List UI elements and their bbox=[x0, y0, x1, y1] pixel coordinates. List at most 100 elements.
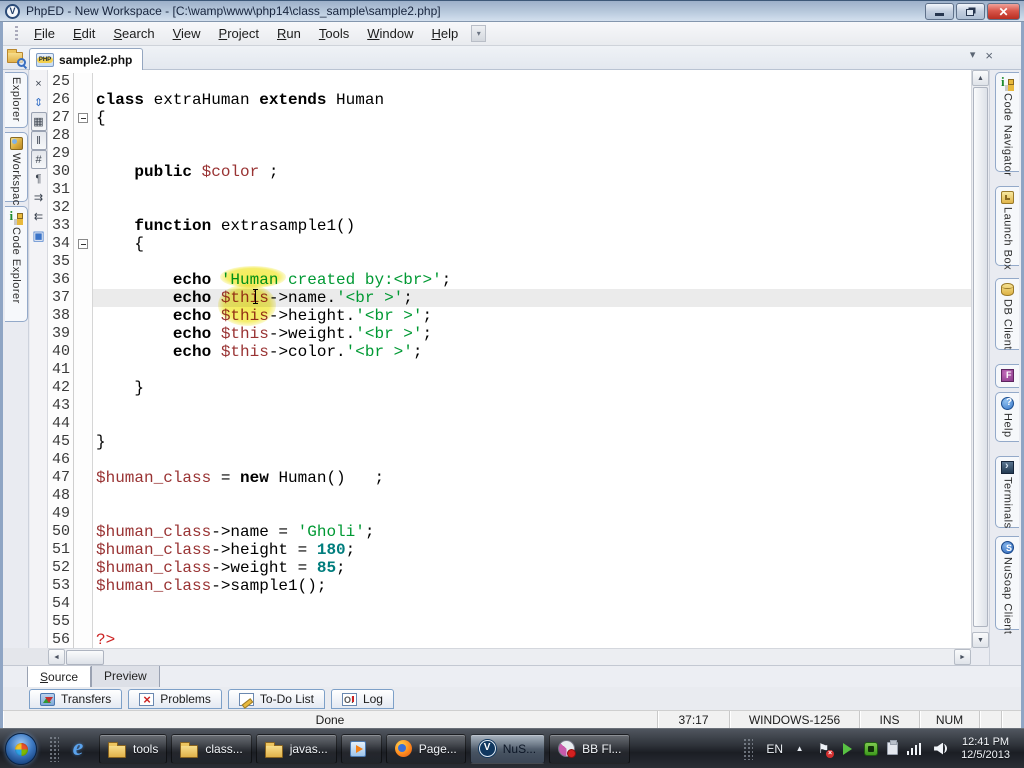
close-tab-icon[interactable]: × bbox=[985, 49, 993, 62]
menu-item-file[interactable]: File bbox=[25, 23, 64, 44]
menu-item-tools[interactable]: Tools bbox=[310, 23, 358, 44]
taskbar-clock[interactable]: 12:41 PM 12/5/2013 bbox=[955, 736, 1016, 762]
restore-button[interactable] bbox=[956, 3, 985, 20]
code-text: $human_class->height = 180; bbox=[93, 541, 971, 559]
fold-marker-icon[interactable] bbox=[78, 239, 88, 249]
menu-grip-icon[interactable] bbox=[15, 26, 18, 42]
tab-list-dropdown-icon[interactable]: ▾ bbox=[970, 50, 976, 61]
sidebar-tab-terminals[interactable]: Terminals bbox=[995, 456, 1019, 528]
volume-icon[interactable] bbox=[931, 742, 946, 756]
code-line: 45} bbox=[48, 433, 971, 451]
code-text bbox=[93, 253, 971, 271]
sidebar-tab-help[interactable]: Help bbox=[995, 392, 1019, 442]
menu-item-view[interactable]: View bbox=[164, 23, 210, 44]
panel-tab-todo-list[interactable]: To-Do List bbox=[228, 689, 325, 709]
taskbar-button-media-player[interactable] bbox=[341, 734, 382, 764]
tab-preview[interactable]: Preview bbox=[91, 666, 160, 688]
fold-column bbox=[74, 217, 93, 235]
fold-column bbox=[74, 613, 93, 631]
app-logo-icon: V bbox=[5, 4, 20, 19]
taskbar-grip-icon[interactable] bbox=[49, 736, 59, 762]
close-button[interactable]: ✕ bbox=[987, 3, 1020, 20]
window-title: PhpED - New Workspace - [C:\wamp\www\php… bbox=[26, 4, 441, 18]
vertical-scrollbar[interactable]: ▲ ▼ bbox=[971, 70, 988, 648]
taskbar-button-flashback[interactable]: BB Fl... bbox=[549, 734, 630, 764]
play-icon[interactable] bbox=[840, 742, 855, 756]
action-center-icon[interactable] bbox=[816, 742, 831, 756]
taskbar: e tools class... javas... bbox=[0, 728, 1024, 768]
explorer-folder-icon[interactable] bbox=[6, 48, 26, 67]
tab-source[interactable]: Source bbox=[27, 666, 91, 688]
taskbar-button-javas[interactable]: javas... bbox=[256, 734, 337, 764]
scroll-right-icon[interactable]: ► bbox=[954, 649, 971, 665]
code-line: 42 } bbox=[48, 379, 971, 397]
taskbar-button-class[interactable]: class... bbox=[171, 734, 251, 764]
start-button[interactable] bbox=[5, 733, 37, 765]
code-text bbox=[93, 181, 971, 199]
code-text: echo $this->weight.'<br >'; bbox=[93, 325, 971, 343]
network-icon[interactable] bbox=[907, 743, 922, 755]
fold-column bbox=[74, 289, 93, 307]
fold-marker-icon[interactable] bbox=[78, 113, 88, 123]
sidebar-tab-code-navigator[interactable]: Code Navigator bbox=[995, 72, 1019, 172]
panel-tab-transfers[interactable]: Transfers bbox=[29, 689, 122, 709]
taskbar-button-phped[interactable]: NuS... bbox=[470, 734, 545, 764]
sidebar-tab-launch-box[interactable]: Launch Box bbox=[995, 186, 1019, 266]
menu-item-edit[interactable]: Edit bbox=[64, 23, 104, 44]
line-number: 40 bbox=[48, 343, 74, 361]
status-encoding: WINDOWS-1256 bbox=[730, 711, 860, 728]
menu-item-window[interactable]: Window bbox=[358, 23, 422, 44]
fold-column bbox=[74, 325, 93, 343]
sidebar-tab-workspace[interactable]: Workspace bbox=[5, 132, 28, 202]
line-number: 52 bbox=[48, 559, 74, 577]
horizontal-scroll-thumb[interactable] bbox=[66, 650, 104, 665]
fold-column bbox=[74, 109, 93, 127]
sidebar-tab-db-client[interactable]: DB Client bbox=[995, 278, 1019, 350]
menu-item-project[interactable]: Project bbox=[210, 23, 268, 44]
clipboard-icon[interactable] bbox=[887, 742, 898, 755]
fold-column bbox=[74, 433, 93, 451]
code-editor[interactable]: 2526class extraHuman extends Human27{282… bbox=[48, 70, 971, 648]
code-text-current-line: echo $this->name.'<br >'; bbox=[93, 289, 971, 307]
vertical-scroll-thumb[interactable] bbox=[973, 87, 988, 627]
panel-tab-log[interactable]: Log bbox=[331, 689, 394, 709]
code-line: 28 bbox=[48, 127, 971, 145]
sidebar-tab-nusoap-client[interactable]: NuSoap Client bbox=[995, 536, 1019, 630]
line-number: 28 bbox=[48, 127, 74, 145]
sidebar-tab-f[interactable] bbox=[995, 364, 1019, 388]
tray-grip-icon[interactable] bbox=[743, 738, 753, 760]
menu-item-run[interactable]: Run bbox=[268, 23, 310, 44]
fold-column bbox=[74, 307, 93, 325]
code-text: $human_class = new Human() ; bbox=[93, 469, 971, 487]
line-number: 50 bbox=[48, 523, 74, 541]
sidebar-tab-code-explorer[interactable]: Code Explorer bbox=[5, 206, 28, 322]
document-tab-sample2[interactable]: PHP sample2.php bbox=[29, 48, 143, 70]
menu-item-help[interactable]: Help bbox=[422, 23, 467, 44]
line-number: 51 bbox=[48, 541, 74, 559]
fold-column bbox=[74, 469, 93, 487]
minimize-button[interactable] bbox=[925, 3, 954, 20]
fold-column bbox=[74, 127, 93, 145]
panel-tab-problems[interactable]: Problems bbox=[128, 689, 222, 709]
hidden-icons-icon[interactable] bbox=[792, 742, 807, 756]
menu-item-search[interactable]: Search bbox=[104, 23, 163, 44]
code-line: 41 bbox=[48, 361, 971, 379]
horizontal-scrollbar[interactable]: ◄ ► bbox=[48, 648, 971, 665]
scroll-down-icon[interactable]: ▼ bbox=[972, 632, 989, 648]
taskbar-button-tools[interactable]: tools bbox=[99, 734, 167, 764]
recorder-icon[interactable] bbox=[864, 742, 878, 756]
status-cell bbox=[980, 711, 1002, 728]
internet-explorer-icon[interactable]: e bbox=[63, 734, 93, 764]
scroll-up-icon[interactable]: ▲ bbox=[972, 70, 989, 86]
fold-column bbox=[74, 505, 93, 523]
php-file-icon: PHP bbox=[36, 53, 54, 67]
language-indicator[interactable]: EN bbox=[766, 742, 783, 756]
scroll-left-icon[interactable]: ◄ bbox=[48, 649, 65, 665]
sidebar-tab-explorer[interactable]: Explorer bbox=[5, 72, 28, 128]
code-text bbox=[93, 595, 971, 613]
code-text: } bbox=[93, 379, 971, 397]
line-number: 25 bbox=[48, 73, 74, 91]
toolbar-overflow-icon[interactable]: ▾ bbox=[471, 25, 486, 42]
fold-column bbox=[74, 523, 93, 541]
taskbar-button-firefox[interactable]: Page... bbox=[386, 734, 466, 764]
